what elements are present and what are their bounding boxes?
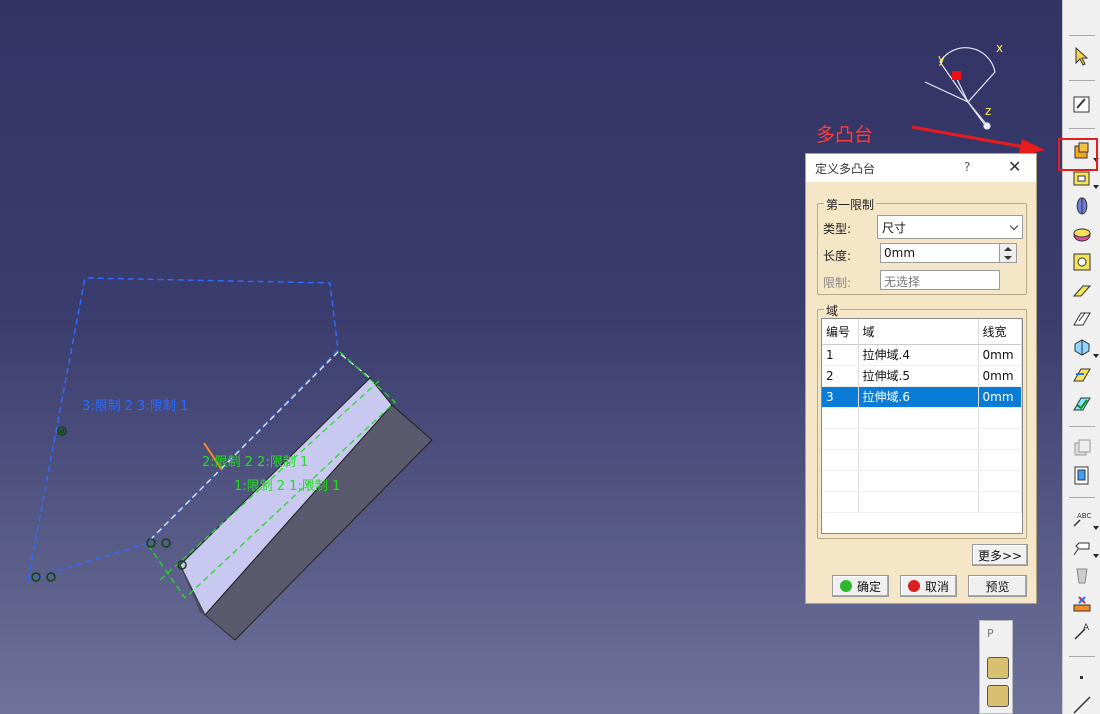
compass-x-label: x — [996, 41, 1004, 55]
length-label: 长度: — [823, 249, 852, 263]
type-value: 尺寸 — [882, 221, 907, 235]
preview-button[interactable]: 预览 — [968, 575, 1027, 597]
compass-y-label: y — [938, 52, 946, 66]
limit3-label: 3:限制 2 3:限制 1 — [82, 399, 189, 414]
hole-icon[interactable] — [1070, 222, 1094, 246]
limit2-label: 2:限制 2 2:限制 1 — [202, 455, 309, 470]
spin-down-icon — [1004, 255, 1012, 260]
cancel-button[interactable]: 取消 — [900, 575, 957, 597]
col-header-domain[interactable]: 域 — [858, 319, 979, 345]
draft-icon[interactable] — [1070, 363, 1094, 387]
cell: 0mm — [978, 386, 1022, 408]
lock-icon[interactable] — [987, 657, 1009, 679]
type-label: 类型: — [823, 222, 852, 236]
chevron-down-icon — [1009, 221, 1019, 231]
compass-z-label: z — [985, 104, 992, 118]
cell: 拉伸域.5 — [858, 365, 979, 387]
dialog-titlebar[interactable]: 定义多凸台 ? ✕ — [806, 154, 1036, 182]
right-toolbar: ABC A — [1062, 0, 1100, 714]
ok-label: 确定 — [856, 579, 881, 594]
svg-text:A: A — [1083, 623, 1090, 633]
multi-pad-dialog: 定义多凸台 ? ✕ 第一限制 类型: 尺寸 长度: 0mm 限制: 无选择 域 … — [805, 153, 1037, 604]
table-row-selected[interactable]: 3 拉伸域.6 0mm — [822, 386, 1022, 408]
col-header-linewidth[interactable]: 线宽 — [978, 319, 1022, 345]
rib-icon[interactable] — [1070, 279, 1094, 303]
type-dropdown[interactable]: 尺寸 — [877, 215, 1023, 239]
table-header: 编号 域 线宽 — [822, 319, 1022, 345]
sketch-icon[interactable] — [1070, 92, 1094, 116]
cell: 2 — [822, 365, 859, 387]
limit1-label: 1:限制 2 1:限制 1 — [234, 479, 341, 494]
body-icon[interactable] — [1070, 463, 1094, 487]
more-button[interactable]: 更多>> — [972, 544, 1028, 566]
dialog-title: 定义多凸台 — [815, 161, 876, 176]
length-input[interactable]: 0mm — [880, 243, 1000, 263]
shaft-icon[interactable] — [1070, 194, 1094, 218]
feature-annotation: 多凸台 — [816, 124, 874, 146]
domain-table[interactable]: 编号 域 线宽 1 拉伸域.4 0mm 2 拉伸域.5 0mm 3 拉伸域.6 … — [821, 318, 1023, 534]
groove-icon[interactable] — [1070, 250, 1094, 274]
limit-label: 限制: — [823, 276, 852, 290]
ok-icon — [839, 580, 852, 592]
limit-field[interactable]: 无选择 — [880, 270, 1000, 290]
help-button[interactable]: ? — [964, 160, 970, 174]
cancel-icon — [907, 580, 920, 592]
sketch-tool-icon[interactable] — [987, 685, 1009, 707]
flag-note-icon[interactable] — [1070, 535, 1099, 559]
floating-toolbar: P — [979, 620, 1013, 714]
ok-button[interactable]: 确定 — [832, 575, 889, 597]
cell: 拉伸域.4 — [858, 344, 979, 366]
close-button[interactable]: ✕ — [1008, 157, 1021, 176]
point-icon[interactable] — [1070, 666, 1094, 690]
line-icon[interactable] — [1070, 693, 1094, 714]
cell: 0mm — [978, 344, 1022, 366]
table-row[interactable]: 1 拉伸域.4 0mm — [822, 344, 1022, 366]
cell: 3 — [822, 386, 859, 408]
cell: 0mm — [978, 365, 1022, 387]
slot-icon[interactable] — [1070, 307, 1094, 331]
table-row[interactable]: 2 拉伸域.5 0mm — [822, 365, 1022, 387]
measure-icon[interactable] — [1070, 592, 1094, 616]
fillet-icon[interactable] — [1070, 392, 1094, 416]
first-limit-label: 第一限制 — [824, 196, 877, 213]
floating-toolbar-title: P — [987, 627, 994, 640]
copy-icon[interactable] — [1070, 436, 1094, 460]
cell: 1 — [822, 344, 859, 366]
select-arrow-icon[interactable] — [1070, 44, 1094, 68]
constraint-icon[interactable]: A — [1070, 620, 1094, 644]
cancel-label: 取消 — [924, 579, 949, 594]
length-stepper[interactable] — [999, 243, 1017, 263]
multi-pad-highlight — [1058, 138, 1098, 171]
cell: 拉伸域.6 — [858, 386, 979, 408]
solid-combine-icon[interactable] — [1070, 335, 1099, 359]
spin-up-icon — [1004, 246, 1012, 251]
svg-text:ABC: ABC — [1077, 512, 1091, 520]
col-header-number[interactable]: 编号 — [822, 319, 859, 345]
thread-icon[interactable] — [1070, 564, 1094, 588]
domain-group-label: 域 — [824, 302, 841, 319]
text-annotation-icon[interactable]: ABC — [1070, 507, 1099, 531]
